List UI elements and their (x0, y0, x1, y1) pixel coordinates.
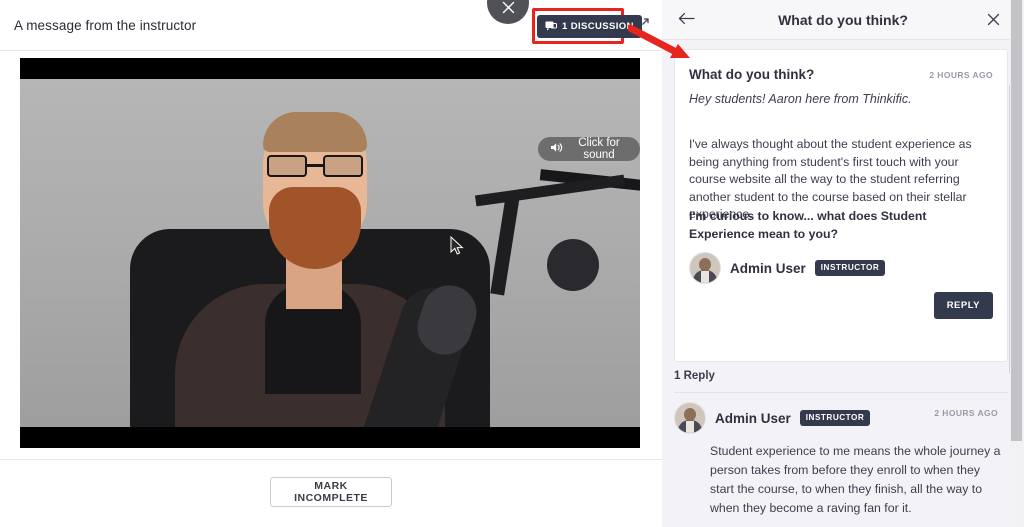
discussion-panel: What do you think? What do you think? 2 … (662, 0, 1024, 527)
discussion-panel-header: What do you think? (662, 0, 1024, 40)
divider (674, 392, 1008, 393)
post-timestamp: 2 HOURS AGO (929, 70, 993, 80)
instructor-badge: INSTRUCTOR (814, 259, 886, 277)
mic-boom-arm-lower (490, 194, 520, 296)
app-root: A message from the instructor 1 DISCUSSI… (0, 0, 1024, 527)
post-title: What do you think? (689, 67, 815, 82)
sound-pill-label: Click for sound (578, 137, 620, 161)
post-author-name: Admin User (730, 260, 806, 276)
discussion-button[interactable]: 1 DISCUSSION (537, 15, 642, 38)
close-x-icon (987, 13, 1000, 29)
discussion-button-label: 1 DISCUSSION (562, 21, 634, 32)
reply-button[interactable]: REPLY (933, 292, 993, 319)
person-glasses (267, 155, 363, 177)
post-intro: Hey students! Aaron here from Thinkific. (689, 92, 912, 106)
post-author-row: Admin User INSTRUCTOR (689, 252, 886, 284)
discussion-panel-title: What do you think? (778, 12, 908, 28)
reply-author-name: Admin User (715, 410, 791, 426)
click-for-sound-button[interactable]: Click for sound (538, 137, 640, 161)
page-scrollbar-thumb[interactable] (1011, 0, 1022, 441)
reply-text: Student experience to me means the whole… (710, 444, 1001, 515)
lesson-content-panel: A message from the instructor 1 DISCUSSI… (0, 0, 662, 527)
post-question: I'm curious to know... what does Student… (689, 209, 927, 241)
mouse-pointer-icon (450, 235, 464, 261)
avatar (689, 252, 721, 284)
close-x-icon (502, 1, 515, 17)
instructor-badge: INSTRUCTOR (799, 409, 871, 427)
reply-author-row: Admin User INSTRUCTOR (674, 402, 871, 434)
expand-diagonal-icon (633, 18, 649, 36)
avatar (674, 402, 706, 434)
lesson-footer: MARK INCOMPLETE (0, 459, 662, 527)
speaker-icon (550, 142, 563, 156)
expand-button[interactable] (630, 16, 652, 38)
mark-incomplete-button[interactable]: MARK INCOMPLETE (270, 477, 392, 507)
lesson-header: A message from the instructor 1 DISCUSSI… (0, 0, 662, 51)
video-player[interactable]: Click for sound (20, 58, 640, 448)
video-frame (20, 79, 640, 427)
page-title: A message from the instructor (14, 18, 197, 33)
close-panel-button[interactable] (982, 10, 1004, 32)
person-hair (263, 112, 367, 152)
mic-boom-joint (547, 239, 599, 291)
discussion-scroll-area[interactable]: What do you think? 2 HOURS AGO Hey stude… (662, 40, 1024, 527)
replies-heading: 1 Reply (674, 370, 715, 382)
reply-timestamp: 2 HOURS AGO (934, 408, 998, 418)
floating-close-button[interactable] (487, 0, 529, 24)
discussion-post: What do you think? 2 HOURS AGO Hey stude… (674, 49, 1008, 362)
comment-icon (545, 21, 557, 32)
